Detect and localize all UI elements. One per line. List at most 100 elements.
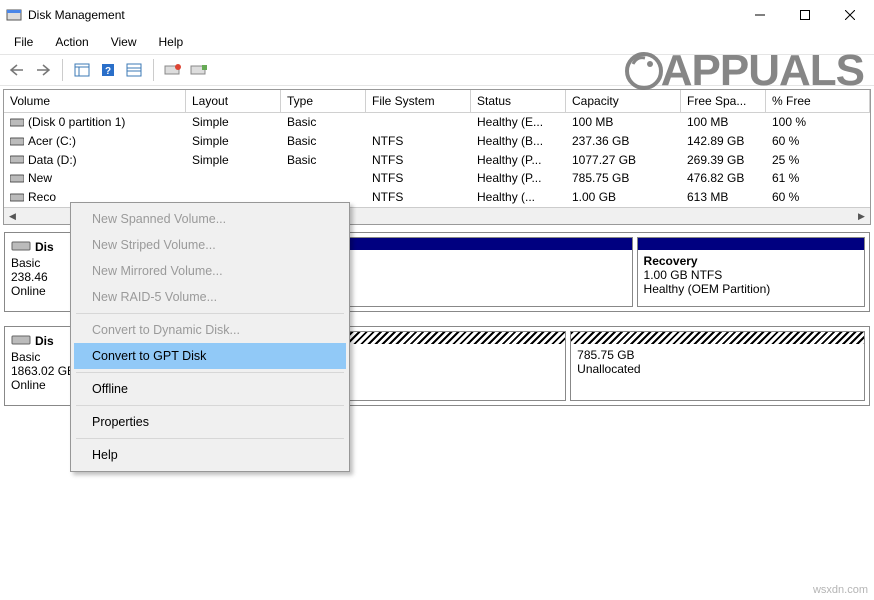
window-controls	[737, 1, 872, 29]
volume-free: 269.39 GB	[681, 151, 766, 170]
volume-name: New	[28, 171, 52, 185]
volume-status: Healthy (P...	[471, 151, 566, 170]
volume-capacity: 100 MB	[566, 113, 681, 132]
context-menu-item: New Striped Volume...	[74, 232, 346, 258]
volume-capacity: 1.00 GB	[566, 188, 681, 207]
close-button[interactable]	[827, 1, 872, 29]
volume-layout: Simple	[186, 132, 281, 151]
app-icon	[6, 7, 22, 23]
volume-icon	[10, 191, 24, 205]
col-capacity[interactable]: Capacity	[566, 90, 681, 113]
volume-layout: Simple	[186, 113, 281, 132]
volume-icon	[10, 153, 24, 167]
volume-row[interactable]: (Disk 0 partition 1) SimpleBasic Healthy (…	[4, 113, 870, 132]
col-status[interactable]: Status	[471, 90, 566, 113]
menubar: File Action View Help	[0, 30, 874, 54]
toolbar: ?	[0, 54, 874, 86]
volume-free: 476.82 GB	[681, 169, 766, 188]
volume-status: Healthy (E...	[471, 113, 566, 132]
list-icon[interactable]	[123, 59, 145, 81]
volume-status: Healthy (P...	[471, 169, 566, 188]
part-name: Recovery	[644, 254, 858, 268]
disk-0-part-recovery[interactable]: Recovery 1.00 GB NTFS Healthy (OEM Parti…	[637, 237, 865, 307]
context-menu-item[interactable]: Convert to GPT Disk	[74, 343, 346, 369]
scroll-left-icon[interactable]: ◀	[4, 209, 21, 224]
volume-capacity: 785.75 GB	[566, 169, 681, 188]
partition-stripe	[571, 332, 864, 344]
volume-fs: NTFS	[366, 151, 471, 170]
disk-0-name: Dis	[35, 240, 54, 254]
context-menu-separator	[76, 405, 344, 406]
menu-file[interactable]: File	[4, 32, 43, 52]
disk-1-part-2[interactable]: 785.75 GB Unallocated	[570, 331, 865, 401]
context-menu-separator	[76, 372, 344, 373]
col-free[interactable]: Free Spa...	[681, 90, 766, 113]
volume-capacity: 1077.27 GB	[566, 151, 681, 170]
volume-row[interactable]: Data (D:) SimpleBasicNTFSHealthy (P...107…	[4, 151, 870, 170]
context-menu-item: New RAID-5 Volume...	[74, 284, 346, 310]
col-fs[interactable]: File System	[366, 90, 471, 113]
forward-button[interactable]	[32, 59, 54, 81]
volume-fs: NTFS	[366, 132, 471, 151]
titlebar: Disk Management	[0, 0, 874, 30]
context-menu-item: New Mirrored Volume...	[74, 258, 346, 284]
volume-name: (Disk 0 partition 1)	[28, 115, 125, 129]
volume-status: Healthy (B...	[471, 132, 566, 151]
volume-free: 100 MB	[681, 113, 766, 132]
volume-row[interactable]: Acer (C:)SimpleBasicNTFSHealthy (B...237…	[4, 132, 870, 151]
disk-1-name: Dis	[35, 334, 54, 348]
volume-status: Healthy (...	[471, 188, 566, 207]
scroll-right-icon[interactable]: ▶	[853, 209, 870, 224]
volume-layout: Simple	[186, 151, 281, 170]
volume-type: Basic	[281, 151, 366, 170]
volume-icon	[10, 135, 24, 149]
context-menu-item[interactable]: Offline	[74, 376, 346, 402]
col-type[interactable]: Type	[281, 90, 366, 113]
col-layout[interactable]: Layout	[186, 90, 281, 113]
volume-icon	[10, 172, 24, 186]
context-menu-item[interactable]: Help	[74, 442, 346, 468]
refresh-icon[interactable]	[162, 59, 184, 81]
volume-name: Data (D:)	[28, 153, 77, 167]
context-menu[interactable]: New Spanned Volume...New Striped Volume.…	[70, 202, 350, 472]
disk-icon	[11, 237, 31, 256]
menu-action[interactable]: Action	[45, 32, 98, 52]
volume-type	[281, 169, 366, 188]
partition-stripe	[638, 238, 864, 250]
volume-fs: NTFS	[366, 169, 471, 188]
help-icon[interactable]: ?	[97, 59, 119, 81]
volume-icon	[10, 116, 24, 130]
maximize-button[interactable]	[782, 1, 827, 29]
context-menu-item[interactable]: Properties	[74, 409, 346, 435]
context-menu-item: Convert to Dynamic Disk...	[74, 317, 346, 343]
volume-type: Basic	[281, 113, 366, 132]
minimize-button[interactable]	[737, 1, 782, 29]
volume-pct: 60 %	[766, 132, 870, 151]
volume-pct: 25 %	[766, 151, 870, 170]
window-title: Disk Management	[28, 8, 737, 22]
view-icon[interactable]	[71, 59, 93, 81]
menu-help[interactable]: Help	[149, 32, 194, 52]
col-volume[interactable]: Volume	[4, 90, 186, 113]
col-pct-free[interactable]: % Free	[766, 90, 870, 113]
context-menu-separator	[76, 438, 344, 439]
disk-icon	[11, 331, 31, 350]
volume-pct: 60 %	[766, 188, 870, 207]
part-status: Unallocated	[577, 362, 858, 376]
source-watermark: wsxdn.com	[813, 584, 868, 596]
toolbar-separator	[153, 59, 154, 81]
svg-text:?: ?	[105, 66, 111, 77]
volume-list-body: (Disk 0 partition 1) SimpleBasic Healthy (…	[4, 113, 870, 207]
volume-fs	[366, 113, 471, 132]
part-size: 785.75 GB	[577, 348, 858, 362]
menu-view[interactable]: View	[101, 32, 147, 52]
volume-fs: NTFS	[366, 188, 471, 207]
volume-free: 142.89 GB	[681, 132, 766, 151]
settings-icon[interactable]	[188, 59, 210, 81]
volume-list-header: Volume Layout Type File System Status Ca…	[4, 90, 870, 113]
back-button[interactable]	[6, 59, 28, 81]
volume-row[interactable]: NewNTFSHealthy (P...785.75 GB476.82 GB61…	[4, 169, 870, 188]
context-menu-separator	[76, 313, 344, 314]
volume-capacity: 237.36 GB	[566, 132, 681, 151]
volume-free: 613 MB	[681, 188, 766, 207]
